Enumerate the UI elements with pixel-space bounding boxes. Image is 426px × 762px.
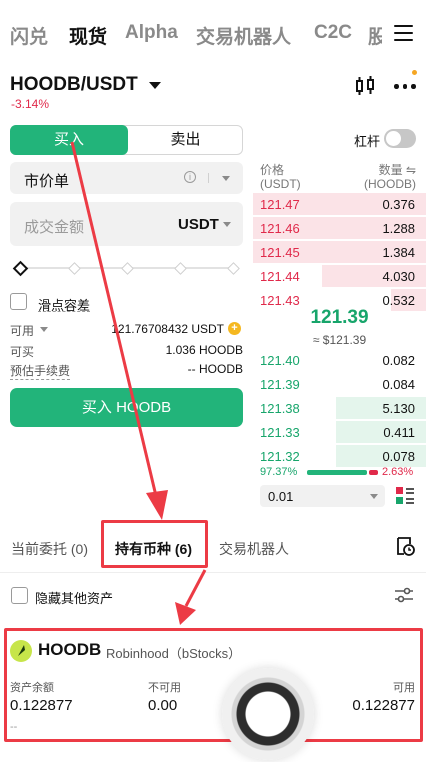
slider-step[interactable]	[68, 262, 81, 275]
price-change: -3.14%	[11, 97, 50, 111]
ask-qty: 4.030	[382, 269, 415, 284]
more-icon[interactable]	[394, 84, 416, 89]
bid-price: 121.38	[260, 401, 300, 416]
caret-down-icon[interactable]	[40, 327, 48, 332]
buy-button[interactable]: 买入 HOODB	[10, 388, 243, 427]
fee-label: 预估手续费	[10, 364, 71, 380]
price-header: 价格 (USDT)	[260, 163, 301, 191]
tab-trading-bot[interactable]: 交易机器人	[196, 22, 291, 49]
bid-row[interactable]: 121.38 5.130	[253, 397, 426, 420]
divider	[208, 173, 209, 183]
amount-unit[interactable]: USDT	[178, 216, 219, 233]
order-history-icon[interactable]	[395, 536, 415, 556]
bid-price: 121.39	[260, 377, 300, 392]
caret-down-icon[interactable]	[370, 494, 378, 499]
caret-down-icon[interactable]	[223, 222, 231, 227]
candlestick-icon[interactable]	[355, 76, 375, 96]
hide-other-checkbox[interactable]	[11, 587, 28, 604]
leverage-label: 杠杆	[354, 134, 381, 149]
sell-ratio-bar	[369, 470, 378, 475]
ask-row[interactable]: 121.44 4.030	[253, 265, 426, 288]
tab-c2c[interactable]: C2C	[314, 22, 352, 44]
ask-price: 121.47	[260, 197, 300, 212]
precision-value: 0.01	[268, 489, 294, 504]
divider	[0, 572, 426, 573]
tab-stocks[interactable]: 股	[368, 22, 382, 49]
info-icon[interactable]: i	[184, 171, 196, 183]
highlight-box	[101, 520, 208, 568]
ask-qty: 0.532	[382, 293, 415, 308]
orderbook-layout-icon[interactable]	[396, 487, 414, 505]
ask-price: 121.43	[260, 293, 300, 308]
buy-ratio-bar	[307, 470, 367, 475]
pair-symbol[interactable]: HOODB/USDT	[10, 74, 138, 96]
buy-tab[interactable]: 买入	[10, 125, 128, 155]
hide-other-label: 隐藏其他资产	[35, 591, 114, 606]
notification-dot	[412, 70, 417, 75]
bid-price: 121.32	[260, 449, 300, 464]
underline	[38, 311, 90, 312]
buy-ratio: 97.37%	[260, 466, 298, 478]
bid-qty: 5.130	[382, 401, 415, 416]
ask-price: 121.46	[260, 221, 300, 236]
caret-down-icon[interactable]	[149, 82, 161, 89]
bid-qty: 0.411	[383, 425, 415, 440]
available-value: 121.76708432 USDT	[111, 322, 224, 336]
ask-row[interactable]: 121.47 0.376	[253, 193, 426, 216]
can-buy-value: 1.036 HOODB	[165, 343, 243, 357]
bid-price: 121.40	[260, 353, 300, 368]
fee-value: -- HOODB	[187, 362, 243, 376]
tab-spot[interactable]: 现货	[69, 22, 107, 49]
bid-row[interactable]: 121.40 0.082	[253, 349, 426, 372]
sell-tab[interactable]: 卖出	[128, 125, 243, 155]
slider-step[interactable]	[174, 262, 187, 275]
slider-step[interactable]	[227, 262, 240, 275]
ask-row[interactable]: 121.46 1.288	[253, 217, 426, 240]
highlight-box	[4, 628, 423, 742]
menu-icon[interactable]	[394, 25, 413, 42]
bid-row[interactable]: 121.33 0.411	[253, 421, 426, 444]
bid-qty: 0.084	[382, 377, 415, 392]
ask-qty: 1.384	[382, 245, 415, 260]
bid-qty: 0.082	[382, 353, 415, 368]
ask-price: 121.45	[260, 245, 300, 260]
ask-qty: 0.376	[382, 197, 415, 212]
slippage-checkbox[interactable]	[10, 293, 27, 310]
bid-row[interactable]: 121.39 0.084	[253, 373, 426, 396]
qty-header: 数量 ⇋ (HOODB)	[364, 163, 416, 191]
bid-qty: 0.078	[382, 449, 415, 464]
ask-row[interactable]: 121.45 1.384	[253, 241, 426, 264]
can-buy-label: 可买	[10, 345, 35, 359]
floating-assistive-button[interactable]	[222, 668, 314, 760]
mid-price[interactable]: 121.39	[253, 307, 426, 329]
available-label: 可用	[10, 324, 35, 338]
toggle-knob	[386, 131, 401, 146]
top-nav: 闪兑 现货 Alpha 交易机器人 C2C 股	[0, 0, 426, 70]
tab-bots[interactable]: 交易机器人	[219, 539, 289, 559]
slider-handle[interactable]	[12, 260, 29, 277]
mid-price-usd: ≈ $121.39	[312, 333, 367, 347]
tab-flash-swap[interactable]: 闪兑	[10, 22, 48, 49]
ask-price: 121.44	[260, 269, 300, 284]
tab-alpha[interactable]: Alpha	[125, 22, 178, 44]
order-type-label: 市价单	[24, 173, 70, 190]
ask-qty: 1.288	[382, 221, 415, 236]
tab-open-orders[interactable]: 当前委托 (0)	[11, 539, 88, 559]
add-funds-icon[interactable]: +	[228, 322, 241, 335]
caret-down-icon[interactable]	[222, 176, 230, 181]
sell-ratio: 2.63%	[382, 466, 414, 478]
filter-icon[interactable]	[394, 586, 414, 604]
slider-step[interactable]	[121, 262, 134, 275]
bid-row[interactable]: 121.32 0.078	[253, 445, 426, 468]
bid-price: 121.33	[260, 425, 300, 440]
amount-placeholder: 成交金额	[24, 219, 85, 236]
